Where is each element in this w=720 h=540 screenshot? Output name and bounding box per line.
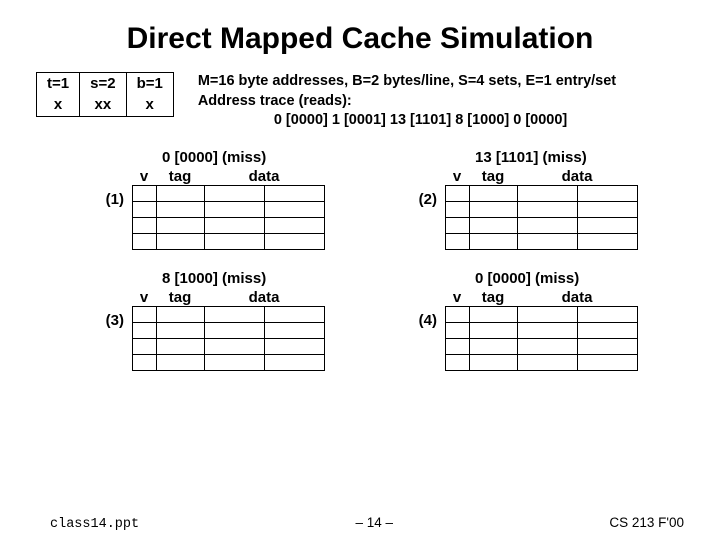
cache-table: [445, 306, 638, 371]
cache-state-1: (1) 0 [0000] (miss) v tag data: [96, 149, 369, 250]
footer-source: class14.ppt: [50, 517, 139, 532]
column-labels: v tag data: [132, 289, 325, 306]
cache-state-3: (3) 8 [1000] (miss) v tag data: [96, 270, 369, 371]
col-data: data: [204, 168, 324, 185]
state-number: (3): [96, 312, 124, 329]
col-v: v: [132, 168, 156, 185]
bits-s-pattern: xx: [80, 94, 126, 116]
footer-page: – 14 –: [355, 515, 393, 530]
state-heading: 0 [0000] (miss): [445, 270, 638, 287]
column-labels: v tag data: [445, 289, 638, 306]
bits-s-label: s=2: [80, 73, 126, 95]
bits-b-label: b=1: [126, 73, 173, 95]
state-heading: 13 [1101] (miss): [445, 149, 638, 166]
cache-table: [132, 185, 325, 250]
col-data: data: [517, 168, 637, 185]
slide-body: t=1 s=2 b=1 x xx x M=16 byte addresses, …: [0, 56, 720, 371]
state-number: (4): [409, 312, 437, 329]
col-data: data: [204, 289, 324, 306]
cache-table: [132, 306, 325, 371]
cache-table: [445, 185, 638, 250]
col-tag: tag: [156, 168, 204, 185]
column-labels: v tag data: [132, 168, 325, 185]
column-labels: v tag data: [445, 168, 638, 185]
slide-title: Direct Mapped Cache Simulation: [0, 0, 720, 56]
cache-states-grid: (1) 0 [0000] (miss) v tag data (2): [36, 149, 692, 371]
col-v: v: [445, 289, 469, 306]
footer-course: CS 213 F'00: [609, 515, 684, 530]
state-heading: 0 [0000] (miss): [132, 149, 325, 166]
col-v: v: [445, 168, 469, 185]
params-line1: M=16 byte addresses, B=2 bytes/line, S=4…: [198, 72, 616, 92]
col-tag: tag: [469, 289, 517, 306]
params-line2: Address trace (reads):: [198, 92, 616, 112]
cache-state-2: (2) 13 [1101] (miss) v tag data: [409, 149, 682, 250]
cache-state-4: (4) 0 [0000] (miss) v tag data: [409, 270, 682, 371]
slide-footer: class14.ppt – 14 – CS 213 F'00: [0, 515, 720, 532]
parameters-text: M=16 byte addresses, B=2 bytes/line, S=4…: [198, 72, 616, 131]
params-trace: 0 [0000] 1 [0001] 13 [1101] 8 [1000] 0 […: [198, 111, 616, 131]
col-tag: tag: [469, 168, 517, 185]
bits-t-label: t=1: [37, 73, 80, 95]
bits-b-pattern: x: [126, 94, 173, 116]
state-heading: 8 [1000] (miss): [132, 270, 325, 287]
state-number: (1): [96, 191, 124, 208]
bitfield-table: t=1 s=2 b=1 x xx x: [36, 72, 174, 117]
col-data: data: [517, 289, 637, 306]
state-number: (2): [409, 191, 437, 208]
col-v: v: [132, 289, 156, 306]
bits-t-pattern: x: [37, 94, 80, 116]
col-tag: tag: [156, 289, 204, 306]
